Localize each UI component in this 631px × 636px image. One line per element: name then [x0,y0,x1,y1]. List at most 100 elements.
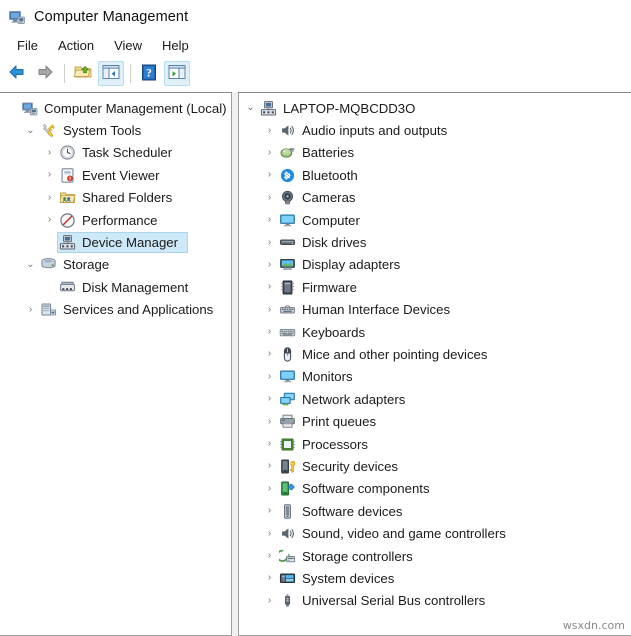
menu-view[interactable]: View [104,35,152,56]
chevron-right-icon[interactable]: › [262,461,277,471]
chevron-down-icon[interactable]: ⌄ [243,103,258,113]
software-device-icon [279,503,296,520]
chevron-right-icon[interactable]: › [262,170,277,180]
device-tree-root[interactable]: ⌄ LAPTOP-MQBCDD3O [239,97,631,119]
tree-item-disk-management[interactable]: Disk Management [0,276,231,298]
device-category-cameras[interactable]: › Cameras [239,187,631,209]
chevron-right-icon[interactable]: › [262,573,277,583]
device-category-label: Batteries [302,145,355,161]
tree-item-label: Performance [82,212,158,228]
tree-item-system-tools[interactable]: ⌄ System Tools [0,119,231,141]
chevron-right-icon[interactable]: › [262,237,277,248]
show-action-pane-button[interactable] [164,61,190,86]
device-category-print-queues[interactable]: › Print queues [239,410,631,432]
help-question-icon: ? [141,64,157,84]
forward-button[interactable] [32,61,58,86]
chevron-right-icon[interactable]: › [42,192,57,203]
row-content: Cameras [277,187,366,208]
row-content: Task Scheduler [57,142,182,163]
chevron-right-icon[interactable]: › [262,551,277,561]
device-category-storage-controllers[interactable]: › Storage controllers [239,545,631,567]
chevron-right-icon[interactable]: › [262,215,277,225]
device-category-keyboards[interactable]: › Keyboards [239,321,631,343]
row-content: Disk Management [57,277,198,298]
show-hide-console-tree-button[interactable] [98,61,124,86]
tree-item-performance[interactable]: › Performance [0,209,231,231]
tree-item-task-scheduler[interactable]: › Task Scheduler [0,142,231,164]
device-category-audio-inputs-and-outputs[interactable]: › Audio inputs and outputs [239,119,631,141]
help-button[interactable]: ? [136,61,162,86]
chevron-down-icon[interactable]: ⌄ [23,259,38,270]
device-category-security-devices[interactable]: › Security devices [239,455,631,477]
computer-management-icon [8,8,26,26]
device-category-label: Computer [302,212,360,228]
device-category-mice-and-other-pointing-devices[interactable]: › Mice and other pointing devices [239,343,631,365]
usb-icon [279,592,296,609]
chevron-right-icon[interactable]: › [23,304,38,315]
chevron-right-icon[interactable]: › [262,349,277,359]
chevron-right-icon[interactable]: › [262,506,277,516]
tree-item-shared-folders[interactable]: › Shared Folders [0,187,231,209]
chevron-right-icon[interactable]: › [262,483,277,494]
chevron-right-icon[interactable]: › [262,416,277,427]
device-manager-pane[interactable]: ⌄ LAPTOP-MQBCDD3O › Audio inputs and output… [238,92,631,636]
device-category-label: Display adapters [302,257,401,273]
chevron-right-icon[interactable]: › [262,394,277,404]
storage-icon [40,256,57,273]
chevron-right-icon[interactable]: › [262,304,277,315]
device-category-software-devices[interactable]: › Software devices [239,500,631,522]
chevron-right-icon[interactable]: › [42,147,57,158]
performance-icon [59,212,76,229]
tree-item-event-viewer[interactable]: › Event Viewer [0,164,231,186]
tree-item-device-manager[interactable]: Device Manager [0,231,231,254]
menu-help[interactable]: Help [152,35,199,56]
chevron-down-icon[interactable]: ⌄ [23,125,38,136]
device-category-bluetooth[interactable]: › Bluetooth [239,164,631,186]
device-category-batteries[interactable]: › Batteries [239,142,631,164]
back-button[interactable] [4,61,30,86]
tree-item-computer-management-local[interactable]: Computer Management (Local) [0,97,231,119]
menu-file[interactable]: File [7,35,48,56]
device-category-human-interface-devices[interactable]: › Human Interface Devices [239,299,631,321]
chevron-right-icon[interactable]: › [262,528,277,539]
menu-action[interactable]: Action [48,35,104,56]
action-pane-icon [168,64,186,83]
tree-item-storage[interactable]: ⌄ Storage [0,254,231,276]
device-category-network-adapters[interactable]: › Network adapters [239,388,631,410]
device-category-universal-serial-bus-controllers[interactable]: › Universal Serial Bus controllers [239,590,631,612]
row-content: Human Interface Devices [277,299,460,320]
chevron-right-icon[interactable]: › [262,439,277,449]
content-area: Computer Management (Local) ⌄ System Tools… [0,92,631,636]
row-content: Audio inputs and outputs [277,120,457,141]
tree-item-label: Disk Management [82,279,189,295]
chevron-right-icon[interactable]: › [262,371,277,382]
console-tree-pane[interactable]: Computer Management (Local) ⌄ System Tools… [0,92,232,636]
chevron-right-icon[interactable]: › [42,170,57,180]
device-category-software-components[interactable]: › Software components [239,478,631,500]
security-device-icon [279,458,296,475]
device-category-disk-drives[interactable]: › Disk drives [239,231,631,253]
software-component-icon [279,480,296,497]
row-content: Processors [277,434,378,455]
chevron-right-icon[interactable]: › [262,147,277,158]
chevron-right-icon[interactable]: › [262,192,277,203]
console-tree: Computer Management (Local) ⌄ System Tools… [0,93,231,321]
chevron-right-icon[interactable]: › [262,282,277,292]
device-category-display-adapters[interactable]: › Display adapters [239,254,631,276]
device-category-sound-video-and-game-controllers[interactable]: › Sound, video and game controllers [239,522,631,544]
device-category-processors[interactable]: › Processors [239,433,631,455]
row-content: Keyboards [277,322,375,343]
chevron-right-icon[interactable]: › [262,125,277,136]
device-category-monitors[interactable]: › Monitors [239,366,631,388]
device-category-firmware[interactable]: › Firmware [239,276,631,298]
up-one-level-button[interactable] [70,61,96,86]
chevron-right-icon[interactable]: › [262,327,277,337]
monitor-icon [279,368,296,385]
tree-item-services-and-applications[interactable]: › Services and Applications [0,299,231,321]
chevron-right-icon[interactable]: › [42,215,57,225]
device-category-computer[interactable]: › Computer [239,209,631,231]
chevron-right-icon[interactable]: › [262,595,277,606]
device-manager-icon [59,234,76,251]
chevron-right-icon[interactable]: › [262,259,277,270]
device-category-system-devices[interactable]: › System devices [239,567,631,589]
